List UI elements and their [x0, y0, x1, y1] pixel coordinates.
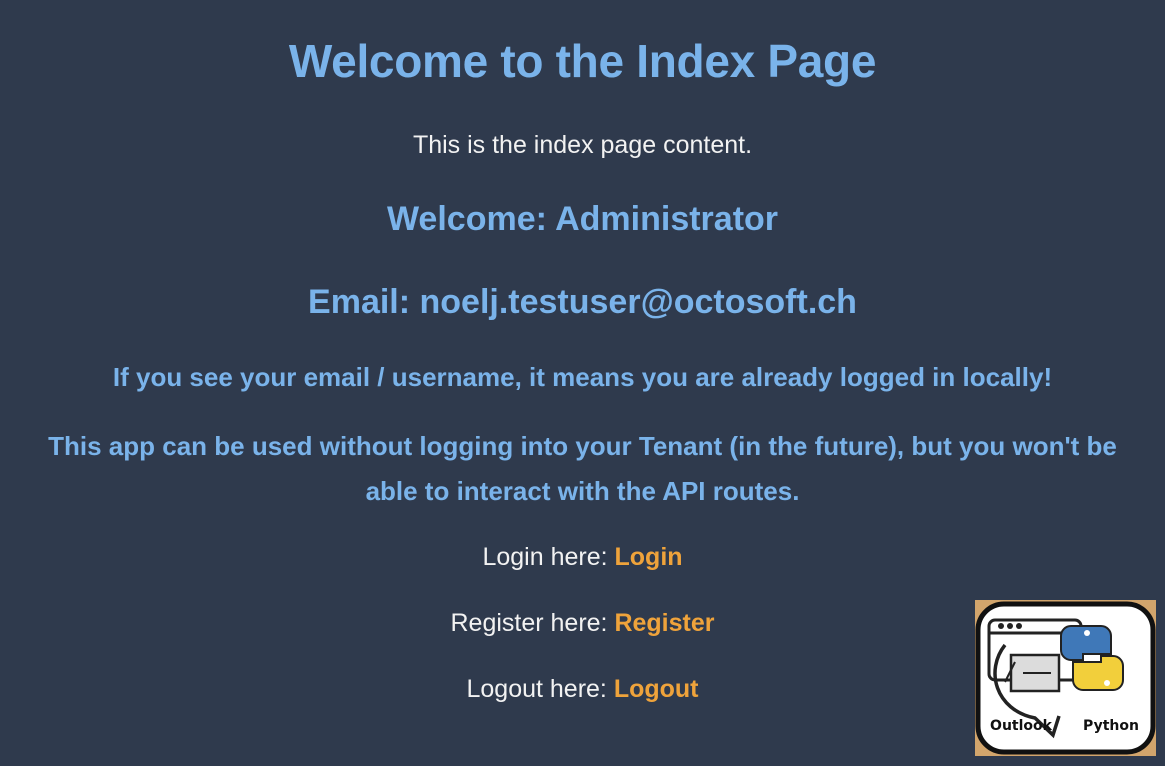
welcome-user-heading: Welcome: Administrator	[386, 200, 779, 238]
outlook-python-logo-icon: Outlook Python	[975, 600, 1156, 756]
logo-python-text: Python	[1083, 718, 1139, 734]
page-title: Welcome to the Index Page	[288, 35, 877, 87]
index-page: Welcome to the Index Page This is the in…	[0, 0, 1165, 766]
register-link[interactable]: Register	[614, 609, 714, 637]
login-link[interactable]: Login	[615, 543, 683, 571]
login-prefix: Login here:	[482, 543, 615, 571]
logout-link[interactable]: Logout	[614, 675, 699, 703]
register-prefix: Register here:	[450, 609, 615, 637]
logo-outlook-text: Outlook	[990, 718, 1053, 734]
tenant-notice: This app can be used without logging int…	[48, 431, 1117, 506]
logged-in-notice: If you see your email / username, it mea…	[112, 362, 1053, 392]
login-row: Login here: Login	[0, 543, 1165, 572]
intro-text: This is the index page content.	[412, 131, 753, 159]
user-email-heading: Email: noelj.testuser@octosoft.ch	[308, 283, 857, 321]
logout-prefix: Logout here:	[466, 675, 614, 703]
